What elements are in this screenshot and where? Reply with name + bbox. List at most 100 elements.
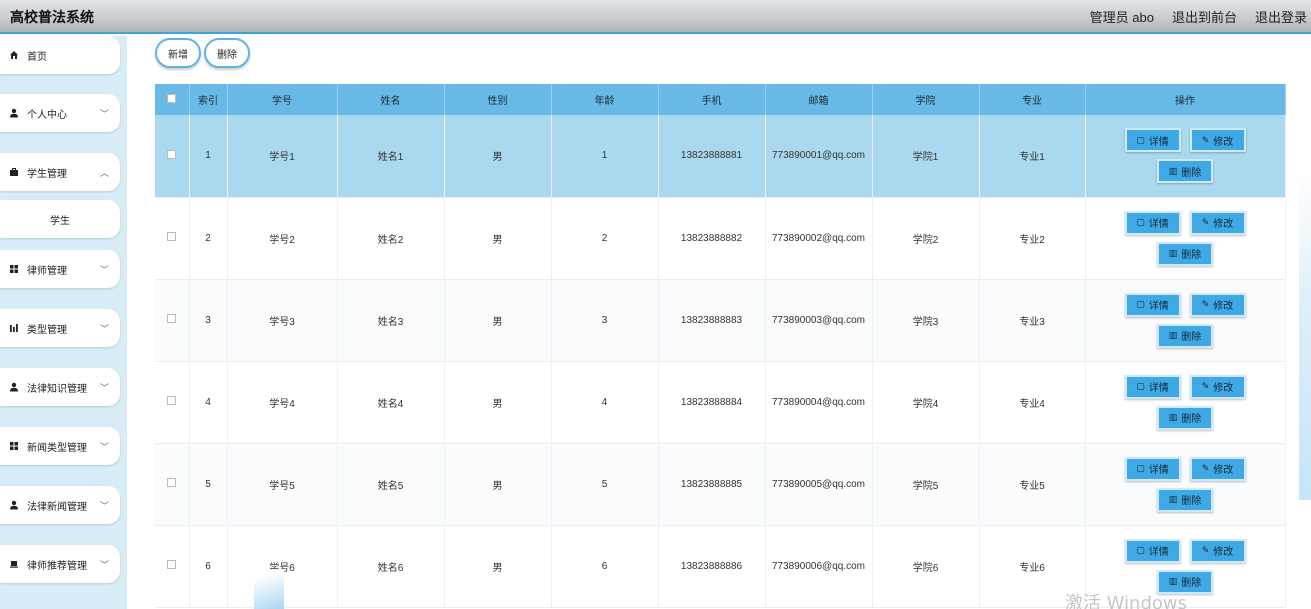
edit-button[interactable]: ✎ 修改 [1189, 538, 1246, 563]
delete-button[interactable]: ▥ 删除 [1157, 487, 1213, 512]
sidebar-item-label: 类型管理 [27, 324, 67, 336]
edit-button[interactable]: ✎ 修改 [1189, 210, 1246, 235]
cell-college: 学院5 [872, 443, 980, 525]
row-select-cell [155, 197, 190, 279]
sidebar-item-law-knowledge-management[interactable]: 法律知识管理 ﹀ [0, 368, 120, 406]
delete-button[interactable]: ▥ 删除 [1157, 241, 1213, 266]
detail-label: 详情 [1148, 219, 1169, 230]
select-all-checkbox[interactable] [167, 93, 177, 103]
windows-activation-watermark: 激活 Windows [1064, 593, 1187, 609]
row-checkbox[interactable] [167, 396, 177, 405]
delete-button[interactable]: ▥ 删除 [1157, 323, 1213, 348]
cell-major: 专业3 [979, 279, 1086, 361]
laptop-icon [9, 559, 19, 569]
document-icon: ▢ [1136, 134, 1145, 145]
delete-label: 删除 [1181, 414, 1202, 425]
cell-name: 姓名1 [337, 115, 445, 197]
sidebar-item-label: 首页 [27, 51, 47, 63]
sidebar-item-law-news-management[interactable]: 法律新闻管理 ﹀ [0, 486, 120, 524]
pencil-icon: ✎ [1201, 299, 1210, 309]
document-icon: ▢ [1136, 217, 1145, 227]
table-row[interactable]: 3 学号3 姓名3 男 3 13823888883 773890003@qq.com 学院3 专… [155, 279, 1286, 361]
sidebar-item-home[interactable]: 首页 [0, 36, 120, 74]
document-icon: ▢ [1136, 463, 1145, 473]
cell-age: 5 [551, 443, 659, 525]
row-checkbox[interactable] [167, 149, 177, 159]
row-select-cell [155, 115, 190, 197]
edit-label: 修改 [1213, 136, 1234, 148]
cell-age: 3 [551, 279, 659, 361]
cell-major: 专业2 [979, 197, 1086, 279]
row-checkbox[interactable] [167, 232, 177, 241]
row-checkbox[interactable] [167, 560, 177, 569]
document-icon: ▢ [1136, 299, 1145, 309]
cell-phone: 13823888881 [658, 115, 766, 197]
detail-button[interactable]: ▢ 详情 [1124, 538, 1181, 563]
trash-icon: ▥ [1168, 165, 1178, 176]
column-header: 性别 [444, 84, 552, 115]
sidebar-item-lawyer-management[interactable]: 律师管理 ﹀ [0, 250, 120, 288]
cell-name: 姓名4 [337, 361, 445, 443]
cell-name: 姓名6 [337, 525, 445, 607]
trash-icon: ▥ [1168, 494, 1178, 504]
row-select-cell [155, 443, 190, 525]
sidebar-item-label: 律师管理 [27, 265, 67, 277]
sidebar-item-student-management[interactable]: 学生管理 ︿ [0, 153, 120, 191]
batch-delete-button[interactable]: 删除 [204, 38, 250, 68]
column-header: 姓名 [337, 84, 445, 115]
detail-button[interactable]: ▢ 详情 [1124, 210, 1181, 235]
operations-cell: ▢ 详情 ✎ 修改 ▥ 删除 [1085, 361, 1286, 443]
column-header: 邮箱 [765, 84, 873, 115]
sidebar-subitem-student[interactable]: 学生 [0, 200, 120, 238]
header-actions: 管理员 abo 退出到前台 退出登录 [1090, 7, 1307, 26]
detail-button[interactable]: ▢ 详情 [1124, 374, 1181, 399]
sidebar-item-personal-center[interactable]: 个人中心 ﹀ [0, 94, 120, 132]
sidebar-item-label: 法律知识管理 [27, 383, 87, 395]
detail-label: 详情 [1148, 136, 1169, 148]
table-row[interactable]: 2 学号2 姓名2 男 2 13823888882 773890002@qq.com 学院2 专… [155, 197, 1286, 279]
column-header: 专业 [979, 84, 1086, 115]
chevron-down-icon: ﹀ [100, 323, 110, 334]
delete-label: 删除 [1181, 250, 1202, 261]
edit-button[interactable]: ✎ 修改 [1189, 128, 1246, 153]
edit-button[interactable]: ✎ 修改 [1189, 374, 1246, 399]
edit-button[interactable]: ✎ 修改 [1189, 292, 1246, 317]
cell-college: 学院6 [872, 525, 980, 607]
admin-user-label[interactable]: 管理员 abo [1090, 7, 1154, 26]
delete-button[interactable]: ▥ 删除 [1157, 405, 1213, 430]
chevron-down-icon: ﹀ [100, 108, 110, 119]
table-row[interactable]: 4 学号4 姓名4 男 4 13823888884 773890004@qq.com 学院4 专… [155, 361, 1286, 443]
row-checkbox[interactable] [167, 314, 177, 323]
cell-major: 专业4 [979, 361, 1086, 443]
delete-label: 删除 [1181, 167, 1202, 179]
edit-label: 修改 [1213, 301, 1234, 312]
grid-icon [9, 441, 19, 451]
cell-phone: 13823888886 [658, 525, 766, 607]
detail-button[interactable]: ▢ 详情 [1124, 456, 1181, 481]
detail-button[interactable]: ▢ 详情 [1124, 292, 1181, 317]
logout-link[interactable]: 退出登录 [1255, 7, 1307, 26]
back-to-front-link[interactable]: 退出到前台 [1172, 7, 1237, 26]
sidebar-item-news-type-management[interactable]: 新闻类型管理 ﹀ [0, 427, 120, 465]
add-button[interactable]: 新增 [155, 38, 201, 68]
table-row[interactable]: 5 学号5 姓名5 男 5 13823888885 773890005@qq.com 学院5 专… [155, 443, 1286, 525]
cell-id: 学号1 [227, 115, 338, 197]
chevron-down-icon: ﹀ [100, 441, 110, 452]
table-header-row: 索引 学号 姓名 性别 年龄 手机 邮箱 学院 专业 操作 [155, 84, 1286, 115]
detail-label: 详情 [1148, 383, 1169, 394]
sidebar-item-type-management[interactable]: 类型管理 ﹀ [0, 309, 120, 347]
person-icon [9, 108, 19, 118]
cell-email: 773890005@qq.com [765, 443, 873, 525]
cell-college: 学院4 [872, 361, 980, 443]
trash-icon: ▥ [1168, 576, 1178, 586]
row-checkbox[interactable] [167, 478, 177, 487]
cell-email: 773890006@qq.com [765, 525, 873, 607]
table-row[interactable]: 1 学号1 姓名1 男 1 13823888881 773890001@qq.com 学院1 专… [155, 115, 1286, 197]
cell-phone: 13823888882 [658, 197, 766, 279]
detail-button[interactable]: ▢ 详情 [1124, 128, 1181, 153]
sidebar-item-lawyer-recommend-management[interactable]: 律师推荐管理 ﹀ [0, 545, 120, 583]
edit-button[interactable]: ✎ 修改 [1189, 456, 1246, 481]
delete-button[interactable]: ▥ 删除 [1157, 159, 1213, 184]
row-select-cell [155, 525, 190, 607]
pencil-icon: ✎ [1201, 134, 1210, 145]
